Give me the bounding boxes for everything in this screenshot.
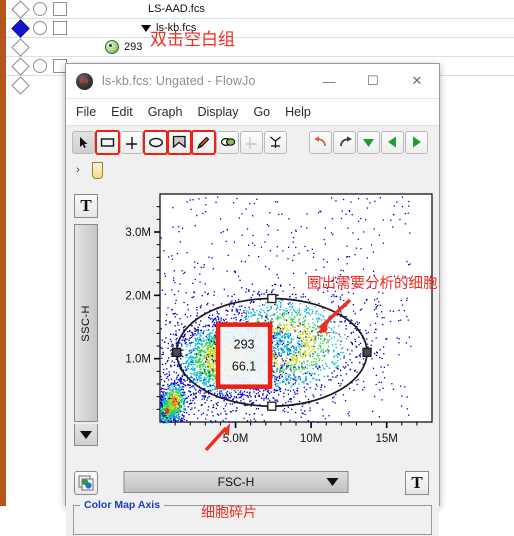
svg-text:15M: 15M bbox=[375, 433, 397, 445]
diamond-toggle-icon[interactable] bbox=[11, 38, 29, 56]
row-controls[interactable] bbox=[6, 2, 78, 16]
checkbox-icon[interactable] bbox=[53, 21, 67, 35]
svg-text:1.0M: 1.0M bbox=[125, 354, 151, 366]
y-axis-scroll-down-button[interactable] bbox=[74, 424, 98, 446]
circle-toggle-icon[interactable] bbox=[33, 2, 47, 16]
y-axis-parameter-label-wrap: SSC-H bbox=[74, 224, 98, 422]
window-controls[interactable]: — ☐ ✕ bbox=[307, 64, 439, 98]
diamond-toggle-icon[interactable] bbox=[11, 0, 29, 18]
redo-button[interactable] bbox=[333, 131, 356, 154]
freehand-gate-tool[interactable] bbox=[192, 131, 215, 154]
row-controls[interactable] bbox=[6, 21, 78, 35]
menu-display[interactable]: Display bbox=[197, 105, 238, 119]
y-axis-parameter-label: SSC-H bbox=[80, 305, 92, 342]
back-button[interactable] bbox=[381, 131, 404, 154]
menu-file[interactable]: File bbox=[76, 105, 96, 119]
menu-bar[interactable]: File Edit Graph Display Go Help bbox=[66, 99, 439, 125]
y-axis-text-button[interactable]: T bbox=[74, 194, 98, 218]
undo-button[interactable] bbox=[309, 131, 332, 154]
workspace-row-1[interactable]: ls-kb.fcs bbox=[6, 19, 514, 38]
gate-icon bbox=[105, 40, 119, 54]
spider-gate-tool[interactable] bbox=[264, 131, 287, 154]
x-axis-parameter-label: FSC-H bbox=[218, 475, 255, 489]
gating-toolbar[interactable] bbox=[66, 125, 439, 158]
ellipse-gate-tool[interactable] bbox=[144, 131, 167, 154]
close-icon[interactable]: ✕ bbox=[395, 64, 439, 98]
menu-help[interactable]: Help bbox=[285, 105, 311, 119]
circle-toggle-icon[interactable] bbox=[33, 59, 47, 73]
breadcrumb[interactable]: › bbox=[66, 158, 439, 182]
checkbox-icon[interactable] bbox=[53, 2, 67, 16]
scatter-plot-canvas[interactable]: 1.0M2.0M3.0M5.0M10M15M 29366.1圈出需要分析的细胞群 bbox=[102, 182, 437, 474]
svg-text:10M: 10M bbox=[300, 433, 322, 445]
diamond-toggle-icon[interactable] bbox=[11, 19, 29, 37]
window-titlebar[interactable]: ls-kb.fcs: Ungated - FlowJo — ☐ ✕ bbox=[66, 64, 439, 99]
color-map-axis-label: Color Map Axis bbox=[80, 499, 164, 511]
triangle-down-icon bbox=[80, 431, 92, 439]
autogate-tool[interactable] bbox=[216, 131, 239, 154]
chevron-right-icon[interactable]: › bbox=[76, 164, 80, 176]
circle-toggle-icon[interactable] bbox=[33, 21, 47, 35]
diamond-toggle-icon[interactable] bbox=[11, 57, 29, 75]
svg-text:2.0M: 2.0M bbox=[125, 290, 151, 302]
menu-go[interactable]: Go bbox=[253, 105, 270, 119]
polygon-gate-tool[interactable] bbox=[168, 131, 191, 154]
window-title: ls-kb.fcs: Ungated - FlowJo bbox=[102, 74, 255, 88]
pointer-tool[interactable] bbox=[72, 131, 95, 154]
minimize-icon[interactable]: — bbox=[307, 64, 351, 98]
test-tube-icon[interactable] bbox=[92, 162, 103, 179]
quadrant-gate-tool[interactable] bbox=[120, 131, 143, 154]
plot-area: T SSC-H 1.0M2.0M3.0M5.0M10M15M 29366.1圈出… bbox=[66, 182, 439, 474]
quadrant-split-tool[interactable] bbox=[240, 131, 263, 154]
gate-entry[interactable]: 293 bbox=[105, 40, 142, 54]
down-button[interactable] bbox=[357, 131, 380, 154]
sample-label: LS-AAD.fcs bbox=[148, 3, 205, 15]
gate-count-label: 293 bbox=[124, 41, 142, 53]
chevron-down-icon bbox=[327, 478, 339, 486]
row-controls[interactable] bbox=[6, 41, 78, 54]
annotation-double-click-empty-group: 双击空白组 bbox=[150, 25, 235, 50]
svg-text:3.0M: 3.0M bbox=[125, 227, 151, 239]
x-axis-text-button[interactable]: T bbox=[405, 471, 429, 495]
svg-text:5.0M: 5.0M bbox=[223, 433, 249, 445]
flowjo-logo-icon bbox=[76, 73, 93, 90]
maximize-icon[interactable]: ☐ bbox=[351, 64, 395, 98]
color-swap-icon[interactable] bbox=[74, 471, 98, 495]
menu-graph[interactable]: Graph bbox=[148, 105, 183, 119]
flowjo-graph-window: ls-kb.fcs: Ungated - FlowJo — ☐ ✕ File E… bbox=[65, 63, 440, 506]
menu-edit[interactable]: Edit bbox=[111, 105, 133, 119]
forward-button[interactable] bbox=[405, 131, 428, 154]
rectangle-gate-tool[interactable] bbox=[96, 131, 119, 154]
annotation-cell-debris: 细胞碎片 bbox=[201, 502, 257, 522]
x-axis-parameter-dropdown[interactable]: FSC-H bbox=[124, 471, 349, 493]
workspace-row-2[interactable]: 293 bbox=[6, 38, 514, 57]
workspace-row-0[interactable]: LS-AAD.fcs bbox=[6, 0, 514, 19]
diamond-toggle-icon[interactable] bbox=[11, 76, 29, 94]
